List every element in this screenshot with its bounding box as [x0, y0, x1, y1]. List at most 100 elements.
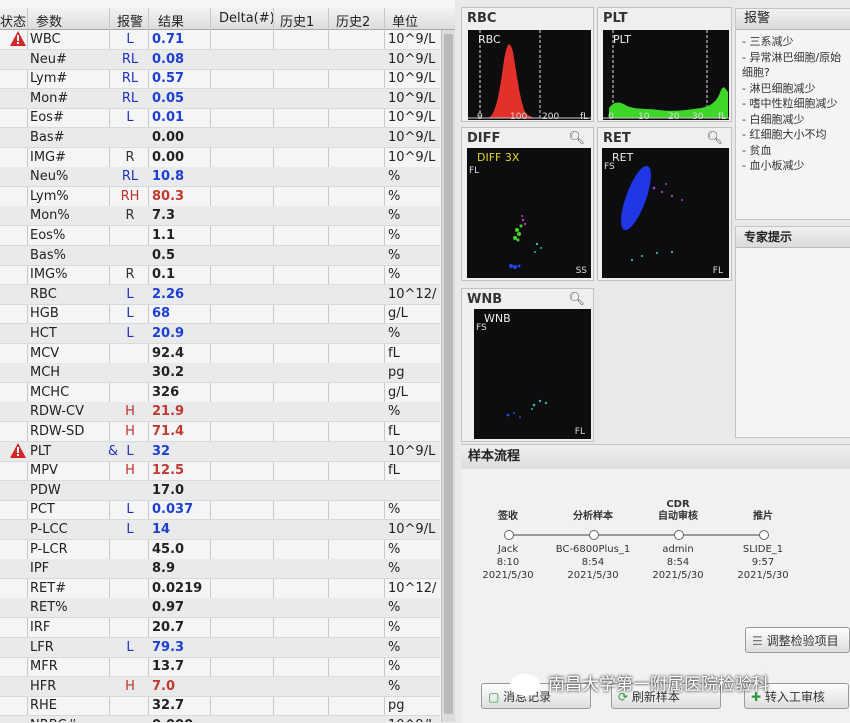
- result-value: 0.08: [152, 51, 185, 67]
- table-row[interactable]: WBC L 0.71 10^9/L: [0, 30, 440, 50]
- flag: L: [126, 32, 134, 47]
- table-row[interactable]: RET# 0.0219 10^12/: [0, 579, 440, 599]
- header-delta[interactable]: Delta(#): [219, 11, 275, 26]
- unit: 10^9/L: [388, 522, 436, 537]
- ret-zoom-icon[interactable]: 🔍︎: [706, 131, 723, 146]
- table-row[interactable]: RBC L 2.26 10^12/: [0, 284, 440, 305]
- unit: %: [388, 678, 401, 694]
- table-row[interactable]: Neu% RL 10.8%: [0, 167, 440, 188]
- wnb-scattergram[interactable]: WNB FS FL: [474, 309, 591, 439]
- table-row[interactable]: P-LCC L 14 10^9/L: [0, 520, 440, 540]
- table-row[interactable]: Eos% 1.1%: [0, 226, 440, 246]
- plt-histogram[interactable]: PLT: [603, 30, 729, 120]
- table-row[interactable]: PCT L 0.037%: [0, 500, 440, 521]
- table-row[interactable]: MFR 13.7%: [0, 657, 440, 678]
- manual-review-label: 转入工审核: [764, 690, 825, 704]
- flag: L: [126, 306, 134, 322]
- table-row[interactable]: Mon# RL 0.05 10^9/L: [0, 88, 440, 109]
- wnb-zoom-icon[interactable]: 🔍︎: [568, 292, 585, 307]
- result-value: 45.0: [152, 541, 185, 557]
- unit: 10^9/L: [388, 149, 436, 165]
- header-history1[interactable]: 历史1: [280, 11, 314, 30]
- table-row[interactable]: MCV 92.4 fL: [0, 344, 440, 364]
- vertical-scrollbar[interactable]: [441, 30, 455, 722]
- unit: fL: [388, 345, 400, 361]
- adjust-test-items-button[interactable]: ☰ 调整检验项目: [745, 627, 850, 653]
- table-row[interactable]: PDW 17.0: [0, 480, 440, 501]
- table-row[interactable]: MCH 30.2 pg: [0, 363, 440, 384]
- table-row[interactable]: P-LCR 45.0%: [0, 540, 440, 560]
- table-row[interactable]: IMG% R 0.1%: [0, 265, 440, 286]
- diff-zoom-icon[interactable]: 🔍︎: [568, 131, 585, 146]
- step-date: 2021/5/30: [482, 570, 534, 581]
- header-status[interactable]: 状态: [0, 11, 26, 30]
- table-row[interactable]: LFR L 79.3%: [0, 637, 440, 658]
- ret-scattergram[interactable]: RET FS FL: [602, 148, 729, 278]
- flag: RL: [121, 71, 139, 87]
- table-row[interactable]: & PLT L 32 10^9/L: [0, 441, 440, 462]
- table-row[interactable]: RET% 0.97%: [0, 598, 440, 619]
- param-name: Bas%: [30, 247, 67, 263]
- table-row[interactable]: RHE 32.7 pg: [0, 696, 440, 717]
- param-name: RDW-CV: [30, 404, 85, 420]
- step-date: 2021/5/30: [567, 570, 619, 581]
- result-value: 0.71: [152, 32, 185, 47]
- table-row[interactable]: RDW-SD H 71.4 fL: [0, 422, 440, 442]
- table-row[interactable]: MCHC 326 g/L: [0, 383, 440, 403]
- alarm-item: - 嗜中性粒细胞减少: [742, 97, 838, 110]
- step-date: 2021/5/30: [737, 570, 789, 581]
- result-value: 12.5: [152, 463, 185, 479]
- table-row[interactable]: RDW-CV H 21.9%: [0, 402, 440, 423]
- param-name: Neu%: [30, 169, 69, 185]
- param-name: Neu#: [30, 51, 67, 67]
- table-row[interactable]: IMG# R 0.00 10^9/L: [0, 148, 440, 168]
- alarm-panel: 报警 - 三系减少 - 异常淋巴细胞/原始细胞? - 淋巴细胞减少 - 嗜中性粒细胞减…: [735, 8, 850, 220]
- unit: fL: [388, 463, 400, 479]
- unit: %: [388, 188, 401, 204]
- table-row[interactable]: Bas% 0.5%: [0, 245, 440, 266]
- rbc-histogram[interactable]: RBC: [468, 30, 591, 120]
- table-row[interactable]: MPV H 12.5 fL: [0, 461, 440, 482]
- adjust-icon: ☰: [752, 634, 763, 648]
- diff-title: DIFF: [467, 131, 501, 146]
- diff-plot-label: DIFF 3X: [477, 151, 520, 164]
- header-param[interactable]: 参数: [36, 11, 62, 30]
- table-row[interactable]: Bas# 0.00 10^9/L: [0, 128, 440, 148]
- ret-y-axis: FS: [604, 162, 615, 172]
- table-row[interactable]: HCT L 20.9%: [0, 324, 440, 344]
- table-row[interactable]: HFR H 7.0%: [0, 676, 440, 697]
- alarm-item: - 淋巴细胞减少: [742, 81, 816, 95]
- scrollbar-thumb[interactable]: [444, 34, 453, 714]
- param-name: MFR: [30, 659, 58, 675]
- table-row[interactable]: IRF 20.7%: [0, 618, 440, 638]
- diff-scattergram[interactable]: DIFF 3X FL SS: [467, 148, 591, 278]
- param-name: PCT: [30, 502, 55, 518]
- unit: %: [388, 561, 401, 577]
- table-row[interactable]: IPF 8.9%: [0, 559, 440, 580]
- unit: 10^12/: [388, 286, 437, 302]
- rbc-title: RBC: [467, 11, 497, 26]
- table-row[interactable]: HGB L 68 g/L: [0, 304, 440, 325]
- table-row[interactable]: Eos# L 0.01 10^9/L: [0, 108, 440, 129]
- warning-icon: [10, 31, 26, 46]
- ret-panel: RET 🔍︎ RET FS FL: [597, 127, 732, 281]
- plt-tick: 0: [608, 112, 614, 122]
- result-value: 14: [152, 522, 171, 537]
- unit: 10^9/L: [388, 443, 436, 459]
- header-result[interactable]: 结果: [158, 11, 184, 30]
- result-value: 0.57: [152, 71, 185, 87]
- table-row[interactable]: Lym% RH 80.3%: [0, 187, 440, 207]
- step-who: admin: [662, 544, 694, 555]
- wnb-plot-label: WNB: [484, 312, 511, 325]
- flag: R: [125, 267, 135, 283]
- table-row[interactable]: NRBC# 0.000 10^9/L: [0, 716, 440, 722]
- table-row[interactable]: Mon% R 7.3%: [0, 206, 440, 227]
- param-name: NRBC#: [30, 718, 77, 722]
- table-row[interactable]: Neu# RL 0.08 10^9/L: [0, 49, 440, 70]
- flag: RL: [121, 51, 139, 67]
- header-unit[interactable]: 单位: [392, 11, 418, 30]
- header-history2[interactable]: 历史2: [336, 11, 370, 30]
- header-flag[interactable]: 报警: [117, 11, 143, 30]
- plt-title: PLT: [603, 11, 628, 26]
- table-row[interactable]: Lym# RL 0.57 10^9/L: [0, 69, 440, 90]
